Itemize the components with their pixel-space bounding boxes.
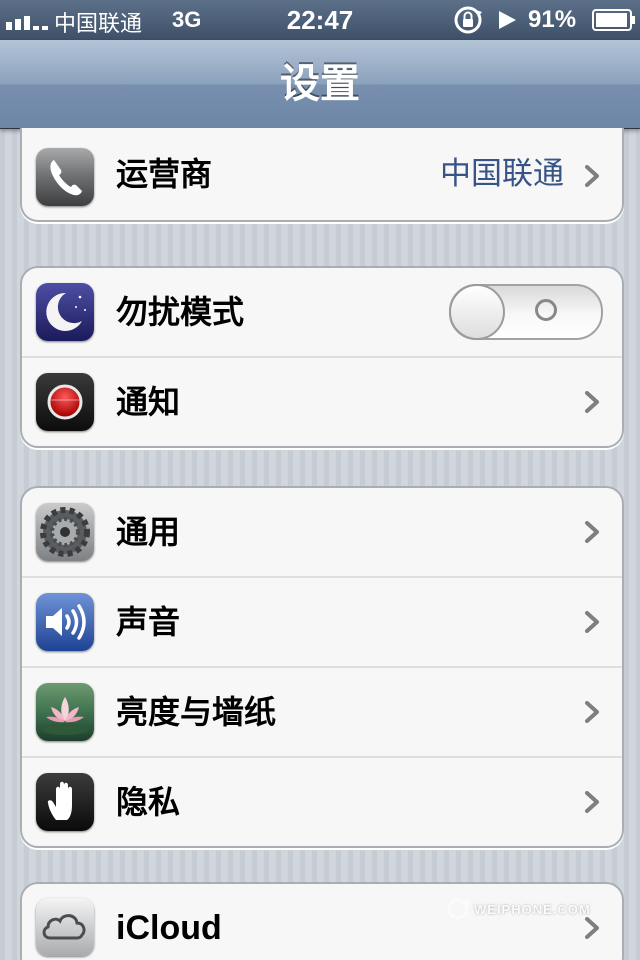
status-bar: 中国联通 3G 22:47 91% [0,0,640,40]
settings-row-label: iCloud [116,909,222,947]
chevron-right-icon [585,391,599,413]
chevron-right-icon [585,611,599,633]
watermark: WEIPHONE.COM [446,892,614,928]
toggle-knob[interactable] [449,284,505,340]
settings-row-do-not-disturb: 勿扰模式 [22,268,622,356]
lotus-icon [36,683,94,741]
watermark-text: WEIPHONE.COM [474,902,591,917]
navigation-bar: 设置 [0,40,640,129]
page-title: 设置 [280,61,360,107]
play-icon [499,11,516,29]
chevron-right-icon [585,165,599,187]
settings-row-label: 通知 [116,383,181,421]
settings-group-carrier: 运营商 中国联通 [20,128,624,222]
settings-row-label: 隐私 [116,783,181,821]
settings-group-device: 通用 声音 亮度与墙纸 隐私 [20,486,624,848]
chevron-right-icon [585,701,599,723]
settings-row-label: 运营商 [116,155,213,193]
battery-icon [592,9,635,31]
gear-icon [36,503,94,561]
phone-icon [36,148,94,206]
cloud-icon [36,898,94,956]
settings-row-sounds[interactable]: 声音 [22,576,622,666]
do-not-disturb-toggle[interactable] [449,284,603,340]
settings-row-carrier[interactable]: 运营商 中国联通 [22,128,622,220]
rotation-lock-icon [454,6,482,34]
notification-icon [36,373,94,431]
settings-row-privacy[interactable]: 隐私 [22,756,622,846]
speaker-icon [36,593,94,651]
settings-row-brightness-wallpaper[interactable]: 亮度与墙纸 [22,666,622,756]
chevron-right-icon [585,521,599,543]
settings-row-label: 声音 [116,603,181,641]
settings-row-value: 中国联通 [440,156,564,192]
moon-icon [36,283,94,341]
settings-group-alerts: 勿扰模式 通知 [20,266,624,448]
chevron-right-icon [585,791,599,813]
settings-row-general[interactable]: 通用 [22,488,622,576]
settings-row-notifications[interactable]: 通知 [22,356,622,446]
watermark-logo-icon [447,898,470,920]
settings-row-label: 勿扰模式 [116,293,245,331]
hand-icon [36,773,94,831]
settings-row-label: 通用 [116,513,181,551]
toggle-off-indicator-icon [535,299,557,321]
battery-percentage: 91% [528,6,577,33]
settings-row-label: 亮度与墙纸 [116,693,277,731]
